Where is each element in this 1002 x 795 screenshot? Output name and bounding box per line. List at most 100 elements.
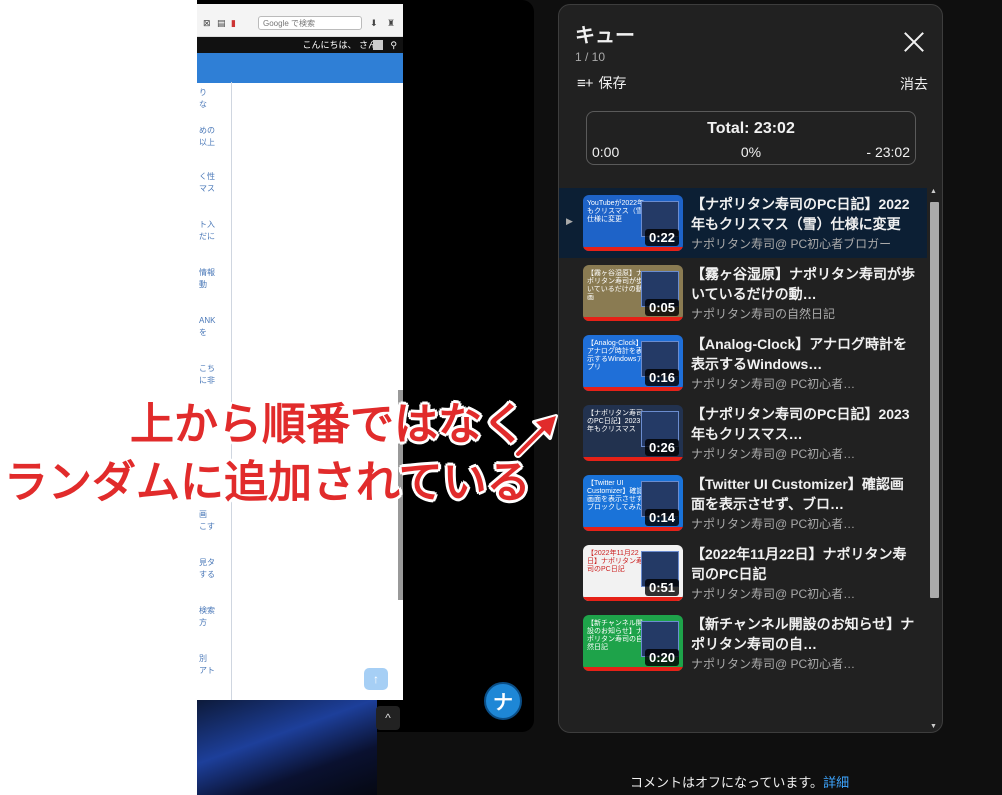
queue-title: キュー: [575, 25, 635, 47]
queue-item[interactable]: 【新チャンネル開設のお知らせ】ナポリタン寿司の自然日記 0:20 【新チャンネル開設…: [559, 608, 927, 678]
rss-icon: ⊠: [203, 18, 211, 28]
video-title[interactable]: 【Twitter UI Customizer】確認画面を表示させず、ブロ…: [691, 474, 915, 514]
user-avatar: [373, 40, 383, 50]
thumbnail-text: 【Twitter UI Customizer】確認画面を表示させずブロックしてみ…: [587, 480, 644, 511]
sidebar-text: な: [199, 100, 207, 109]
channel-name[interactable]: ナポリタン寿司@ PC初心者…: [691, 655, 915, 672]
queue-position: 1 / 10: [575, 50, 606, 64]
total-label: Total: 23:02: [707, 120, 795, 137]
channel-name[interactable]: ナポリタン寿司@ PC初心者…: [691, 585, 915, 602]
video-thumbnail[interactable]: 【2022年11月22日】ナポリタン寿司のPC日記 0:51: [583, 545, 683, 601]
search-placeholder: Google で検索: [263, 19, 316, 28]
comments-off-text: コメントはオフになっています。: [630, 775, 824, 790]
video-thumbnail[interactable]: 【ナポリタン寿司のPC日記】2023年もクリスマス 0:26: [583, 405, 683, 461]
queue-item[interactable]: 【ナポリタン寿司のPC日記】2023年もクリスマス 0:26 【ナポリタン寿司のPC…: [559, 398, 927, 468]
details-link[interactable]: 詳細: [823, 775, 849, 790]
sidebar-text: を: [199, 328, 207, 337]
channel-avatar[interactable]: ナ: [484, 682, 522, 720]
scroll-up-arrow[interactable]: ▲: [930, 188, 937, 195]
sidebar-text: する: [199, 570, 215, 579]
thumbnail-bar: [583, 597, 683, 601]
channel-name[interactable]: ナポリタン寿司@ PC初心者…: [691, 375, 915, 392]
sidebar-text: ANK: [199, 316, 216, 325]
scroll-down-arrow[interactable]: ▼: [930, 723, 937, 730]
sidebar-text: ト入: [199, 220, 215, 229]
browser-toolbar: ⊠ ▤ ▮ Google で検索 ⬇ ♜: [197, 4, 403, 37]
thumbnail-bar: [583, 527, 683, 531]
thumbnail-bar: [583, 667, 683, 671]
queue-item[interactable]: 【Twitter UI Customizer】確認画面を表示させずブロックしてみ…: [559, 468, 927, 538]
video-duration: 0:05: [644, 299, 679, 316]
bookmark-icon: ▮: [231, 18, 236, 28]
thumbnail-text: 【ナポリタン寿司のPC日記】2023年もクリスマス: [587, 410, 643, 433]
chevron-up-icon[interactable]: ^: [376, 706, 400, 730]
scrollbar-thumb[interactable]: [930, 202, 939, 598]
search-input: Google で検索: [258, 16, 362, 30]
sidebar-text: 情報: [199, 268, 215, 277]
thumbnail-text: 【新チャンネル開設のお知らせ】ナポリタン寿司の自然日記: [587, 620, 643, 651]
video-duration: 0:20: [644, 649, 679, 666]
channel-name[interactable]: ナポリタン寿司@ PC初心者…: [691, 445, 915, 462]
video-thumbnail[interactable]: YouTubeが2022年もクリスマス（雪）仕様に変更 0:22: [583, 195, 683, 251]
queue-item[interactable]: 【霧ヶ谷湿原】ナポリタン寿司が歩いているだけの動画 0:05 【霧ヶ谷湿原】ナポリタ…: [559, 258, 927, 328]
reader-icon: ▤: [217, 18, 226, 28]
sidebar-text: 検索: [199, 606, 215, 615]
video-title[interactable]: 【ナポリタン寿司のPC日記】2023年もクリスマス…: [691, 404, 915, 444]
video-thumbnail[interactable]: 【Analog-Clock】アナログ時計を表示するWindowsアプリ 0:16: [583, 335, 683, 391]
video-title[interactable]: 【霧ヶ谷湿原】ナポリタン寿司が歩いているだけの動…: [691, 264, 915, 304]
thumbnail-text: 【霧ヶ谷湿原】ナポリタン寿司が歩いているだけの動画: [587, 270, 643, 301]
video-thumbnail[interactable]: 【Twitter UI Customizer】確認画面を表示させずブロックしてみ…: [583, 475, 683, 531]
download-icon: ⬇: [370, 18, 378, 28]
video-title[interactable]: 【ナポリタン寿司のPC日記】2022年もクリスマス（雪）仕様に変更: [691, 194, 915, 234]
comments-off-notice: コメントはオフになっています。詳細: [630, 772, 849, 791]
clear-button[interactable]: 消去: [900, 74, 928, 94]
queue-panel: キュー 1 / 10 ≡+ 保存 消去 Total: 23:02 0:00 0% …: [558, 4, 943, 733]
thumbnail-text: 【2022年11月22日】ナポリタン寿司のPC日記: [587, 550, 643, 573]
playlist-add-icon: ≡+: [577, 75, 593, 92]
thumbnail-text: 【Analog-Clock】アナログ時計を表示するWindowsアプリ: [587, 340, 644, 371]
video-title[interactable]: 【Analog-Clock】アナログ時計を表示するWindows…: [691, 334, 915, 374]
video-thumbnail[interactable]: 【霧ヶ谷湿原】ナポリタン寿司が歩いているだけの動画 0:05: [583, 265, 683, 321]
total-duration-box: Total: 23:02 0:00 0% - 23:02: [586, 111, 916, 165]
annotation-line-2: ランダムに追加されている: [4, 458, 531, 507]
extension-icon: ♜: [387, 18, 396, 28]
sidebar-text: 以上: [199, 138, 215, 147]
sidebar-text: マス: [199, 184, 215, 193]
channel-name[interactable]: ナポリタン寿司の自然日記: [691, 305, 915, 322]
video-duration: 0:51: [644, 579, 679, 596]
queue-item[interactable]: 【Analog-Clock】アナログ時計を表示するWindowsアプリ 0:16 【…: [559, 328, 927, 398]
remaining-time: - 23:02: [866, 144, 910, 160]
video-duration: 0:14: [644, 509, 679, 526]
video-duration: 0:26: [644, 439, 679, 456]
sidebar-text: 見タ: [199, 558, 215, 567]
thumbnail-bar: [583, 317, 683, 321]
queue-item[interactable]: 【2022年11月22日】ナポリタン寿司のPC日記 0:51 【2022年11月22…: [559, 538, 927, 608]
site-banner: [197, 53, 403, 83]
queue-item[interactable]: ▶ YouTubeが2022年もクリスマス（雪）仕様に変更 0:22 【ナポリタン寿司…: [559, 188, 927, 258]
video-duration: 0:22: [644, 229, 679, 246]
sidebar-text: 画: [199, 510, 207, 519]
queue-list: ▶ YouTubeが2022年もクリスマス（雪）仕様に変更 0:22 【ナポリタン寿司…: [559, 188, 927, 730]
sidebar-text: 方: [199, 618, 207, 627]
save-label: 保存: [598, 75, 627, 91]
sidebar-text: 動: [199, 280, 207, 289]
save-button[interactable]: ≡+ 保存: [577, 73, 627, 93]
channel-name[interactable]: ナポリタン寿司@ PC初心者…: [691, 515, 915, 532]
queue-scrollbar[interactable]: ▲ ▼: [929, 188, 939, 730]
annotation-line-1: 上から順番ではなく: [130, 400, 526, 449]
sidebar-text: めの: [199, 126, 215, 135]
page-background-left: [0, 0, 197, 795]
search-icon: ⚲: [390, 40, 397, 50]
thumbnail-bar: [583, 387, 683, 391]
sidebar-text: こす: [199, 522, 215, 531]
channel-name[interactable]: ナポリタン寿司@ PC初心者ブロガー: [691, 235, 915, 252]
desktop-wallpaper: [197, 700, 377, 795]
scroll-top-button: ↑: [364, 668, 388, 690]
video-duration: 0:16: [644, 369, 679, 386]
video-title[interactable]: 【新チャンネル開設のお知らせ】ナポリタン寿司の自…: [691, 614, 915, 654]
divider: [231, 82, 232, 700]
video-title[interactable]: 【2022年11月22日】ナポリタン寿司のPC日記: [691, 544, 915, 584]
video-thumbnail[interactable]: 【新チャンネル開設のお知らせ】ナポリタン寿司の自然日記 0:20: [583, 615, 683, 671]
close-icon[interactable]: [903, 31, 925, 53]
sidebar-text: アト: [199, 666, 215, 675]
